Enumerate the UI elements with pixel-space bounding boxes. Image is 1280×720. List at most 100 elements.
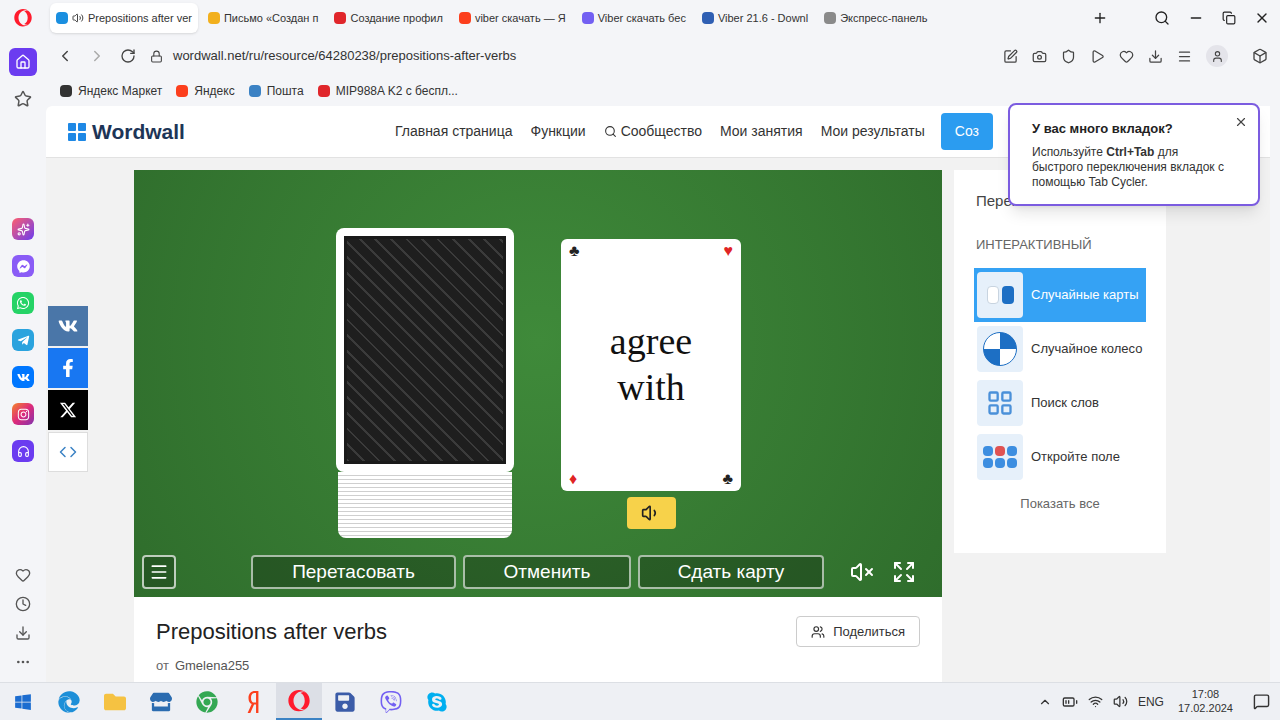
minimize-icon[interactable] [1188,10,1204,26]
tab-audio-icon[interactable] [72,12,84,24]
vk-icon[interactable] [12,366,34,388]
template-item[interactable]: Откройте поле [974,430,1146,484]
bookmark[interactable]: Пошта [249,82,304,100]
star-icon[interactable] [14,90,32,108]
start-button[interactable] [0,683,46,720]
browser-tab[interactable]: Prepositions after ver [50,3,198,33]
wifi-icon[interactable] [1088,694,1103,709]
game-button[interactable]: Отменить [463,555,631,589]
search-tabs-icon[interactable] [1154,10,1170,26]
opera-logo-icon[interactable] [0,9,46,27]
whatsapp-icon[interactable] [12,292,34,314]
volume-icon[interactable] [1113,694,1128,709]
vk-share-icon[interactable] [48,306,88,346]
history-icon[interactable] [15,596,31,612]
player-icon[interactable] [1090,49,1105,64]
card-suit: ♣ [569,243,580,259]
messenger-icon[interactable] [12,255,34,277]
taskbar-app[interactable] [92,683,138,720]
browser-tab[interactable]: Создание профил [328,3,448,33]
nav-link[interactable]: Сообщество [604,121,702,142]
restore-icon[interactable] [1222,11,1236,25]
game-button[interactable]: Перетасовать [251,555,456,589]
taskbar-app[interactable] [138,683,184,720]
clock[interactable]: 17:0817.02.2024 [1174,688,1237,714]
music-player-icon[interactable] [12,440,34,462]
nav-link[interactable]: Функции [530,121,585,142]
camera-icon[interactable] [1032,49,1047,64]
template-item[interactable]: Случайные карты [974,268,1146,322]
lock-icon [150,50,163,63]
sound-button[interactable] [627,497,676,529]
tray-expand-icon[interactable] [1038,695,1052,709]
aria-icon[interactable] [12,218,34,240]
downloads-icon[interactable] [15,625,31,641]
popup-title: У вас много вкладок? [1032,119,1232,139]
playing-card[interactable]: ♣♥♦♣agreewith [561,239,741,491]
browser-tab[interactable]: Viber скачать бес [576,3,692,33]
card-suit: ♣ [723,471,734,487]
tab-favicon-icon [702,12,714,24]
taskbar-app[interactable] [230,683,276,720]
easy-setup-icon[interactable] [1177,49,1192,64]
bookmark[interactable]: Яндекс Маркет [60,82,162,100]
game-menu-button[interactable] [142,555,176,589]
bookmark-favicon-icon [249,85,261,97]
taskbar-app[interactable] [276,683,322,720]
back-icon[interactable] [56,47,74,65]
wordwall-logo[interactable]: Wordwall [68,116,185,148]
taskbar: ENG 17:0817.02.2024 [0,682,1280,720]
taskbar-app[interactable] [368,683,414,720]
taskbar-app[interactable] [184,683,230,720]
popup-close-icon[interactable] [1234,115,1248,129]
fullscreen-icon[interactable] [892,560,916,584]
browser-tab[interactable]: Письмо «Создан п [202,3,325,33]
nav-link[interactable]: Мои занятия [720,121,803,142]
template-panel: Переключить шаблонИНТЕРАКТИВНЫЙСлучайные… [954,170,1166,553]
pinboard-icon[interactable] [15,567,31,583]
notifications-icon[interactable] [1253,693,1270,710]
show-all-link[interactable]: Показать все [976,494,1144,514]
snapshot-edit-icon[interactable] [1003,49,1018,64]
url-field[interactable]: wordwall.net/ru/resource/64280238/prepos… [150,46,989,66]
adblock-icon[interactable] [1061,49,1076,64]
bookmark[interactable]: Яндекс [176,82,234,100]
opera-icon [288,690,310,712]
more-icon[interactable] [15,654,31,670]
nav-link[interactable]: Главная страница [395,121,513,142]
battery-icon[interactable] [1062,694,1078,710]
taskbar-app[interactable] [46,683,92,720]
mute-icon[interactable] [850,560,874,584]
game-button[interactable]: Сдать карту [638,555,824,589]
download-icon[interactable] [1148,49,1163,64]
embed-icon[interactable] [48,432,88,472]
reload-icon[interactable] [120,48,136,64]
template-item[interactable]: Поиск слов [974,376,1146,430]
create-button[interactable]: Соз [941,113,993,150]
new-tab-icon[interactable] [1092,10,1108,26]
template-item[interactable]: Случайное колесо [974,322,1146,376]
browser-tab[interactable]: Viber 21.6 - Downl [696,3,814,33]
browser-tab[interactable]: viber скачать — Я [453,3,572,33]
instagram-icon[interactable] [12,403,34,425]
forward-icon[interactable] [88,47,106,65]
extensions-icon[interactable] [1252,48,1268,64]
profile-icon[interactable] [1206,45,1228,67]
home-icon[interactable] [9,48,37,76]
telegram-icon[interactable] [12,329,34,351]
card-deck[interactable] [336,228,514,538]
tabs: Prepositions after verПисьмо «Создан пСо… [50,3,933,33]
bookmark[interactable]: MIP988A K2 с беспл... [318,82,458,100]
close-icon[interactable] [1254,10,1270,26]
x-share-icon[interactable] [48,390,88,430]
share-button[interactable]: Поделиться [796,616,920,648]
language-indicator[interactable]: ENG [1138,693,1164,711]
nav-link[interactable]: Мои результаты [821,121,925,142]
bookmark-heart-icon[interactable] [1119,49,1134,64]
taskbar-app[interactable] [322,683,368,720]
browser-tab[interactable]: Экспресс-панель [818,3,933,33]
taskbar-app[interactable] [414,683,460,720]
facebook-share-icon[interactable] [48,348,88,388]
author-link[interactable]: Gmelena255 [175,656,249,676]
windows-icon [14,693,32,711]
